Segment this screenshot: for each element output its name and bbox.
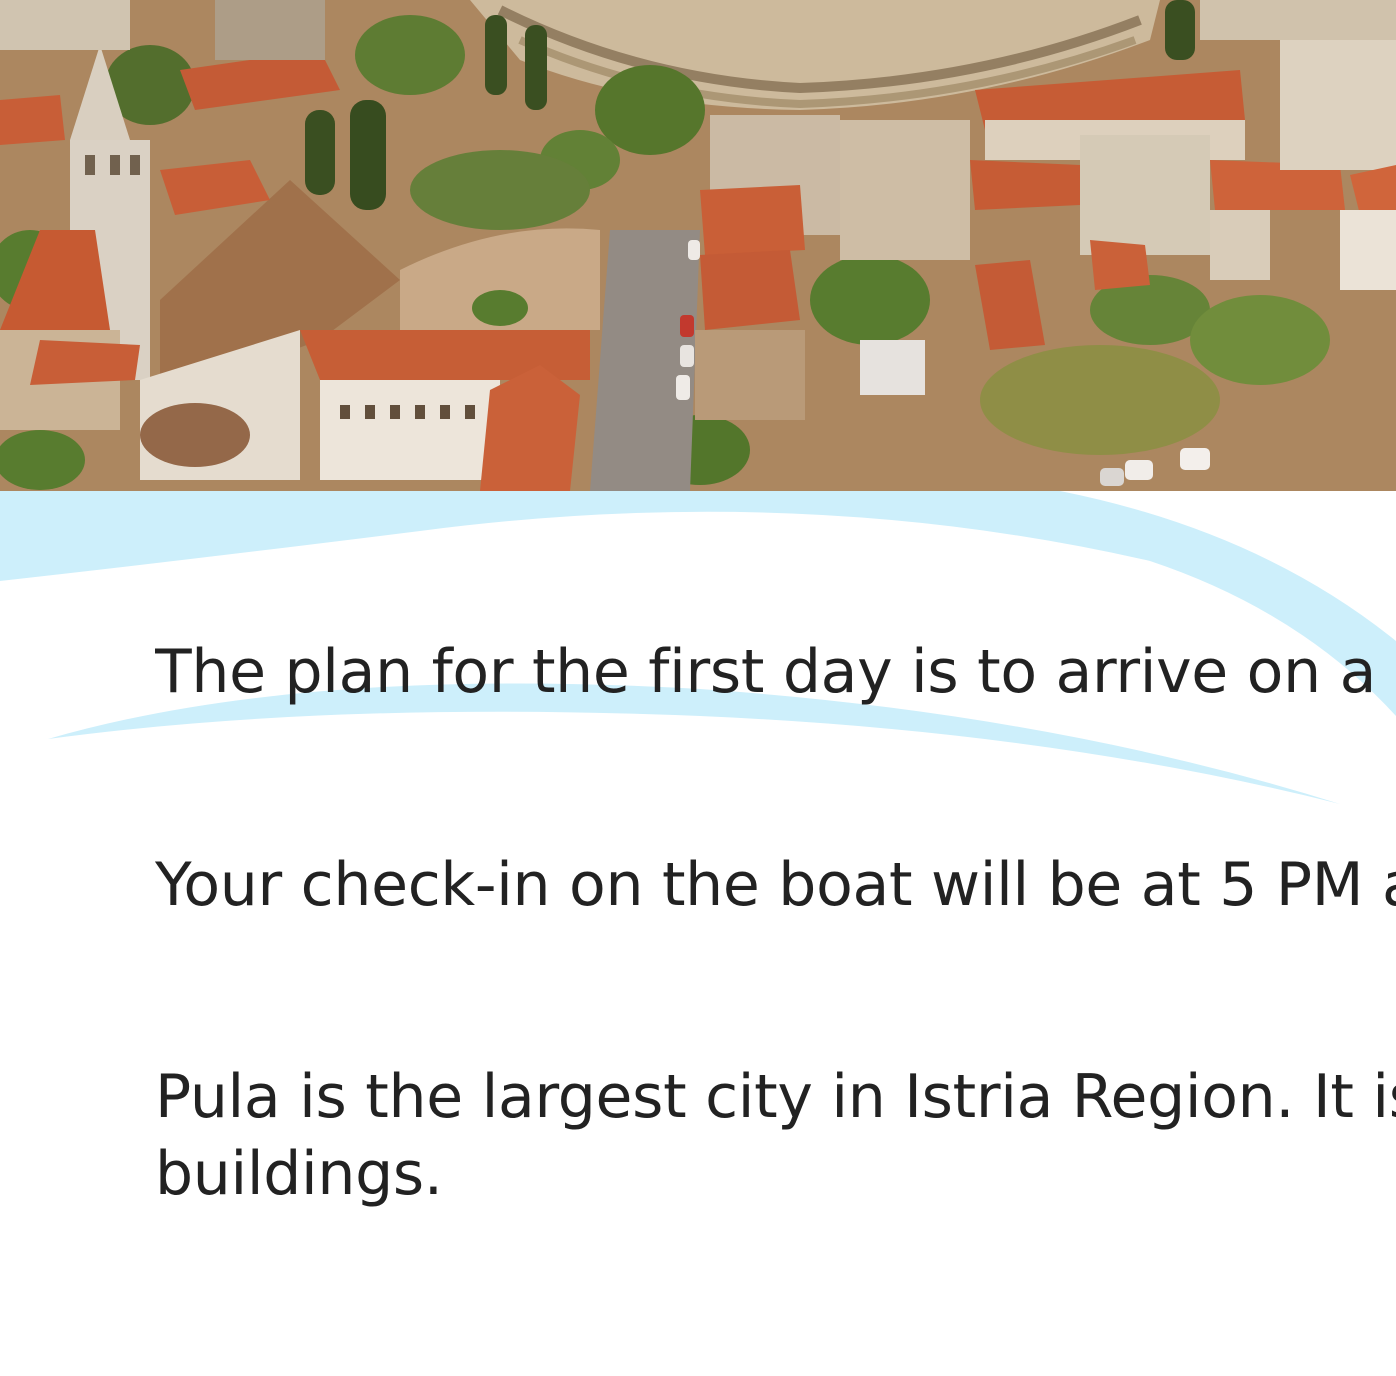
paragraph-check-in: Your check-in on the boat will be at 5 P… bbox=[155, 850, 1396, 920]
paragraph-pula-continued: buildings. bbox=[155, 1139, 443, 1209]
paragraph-pula: Pula is the largest city in Istria Regio… bbox=[155, 1062, 1396, 1132]
text-content: The plan for the first day is to arrive … bbox=[155, 0, 1396, 1376]
paragraph-day-plan: The plan for the first day is to arrive … bbox=[155, 637, 1396, 707]
